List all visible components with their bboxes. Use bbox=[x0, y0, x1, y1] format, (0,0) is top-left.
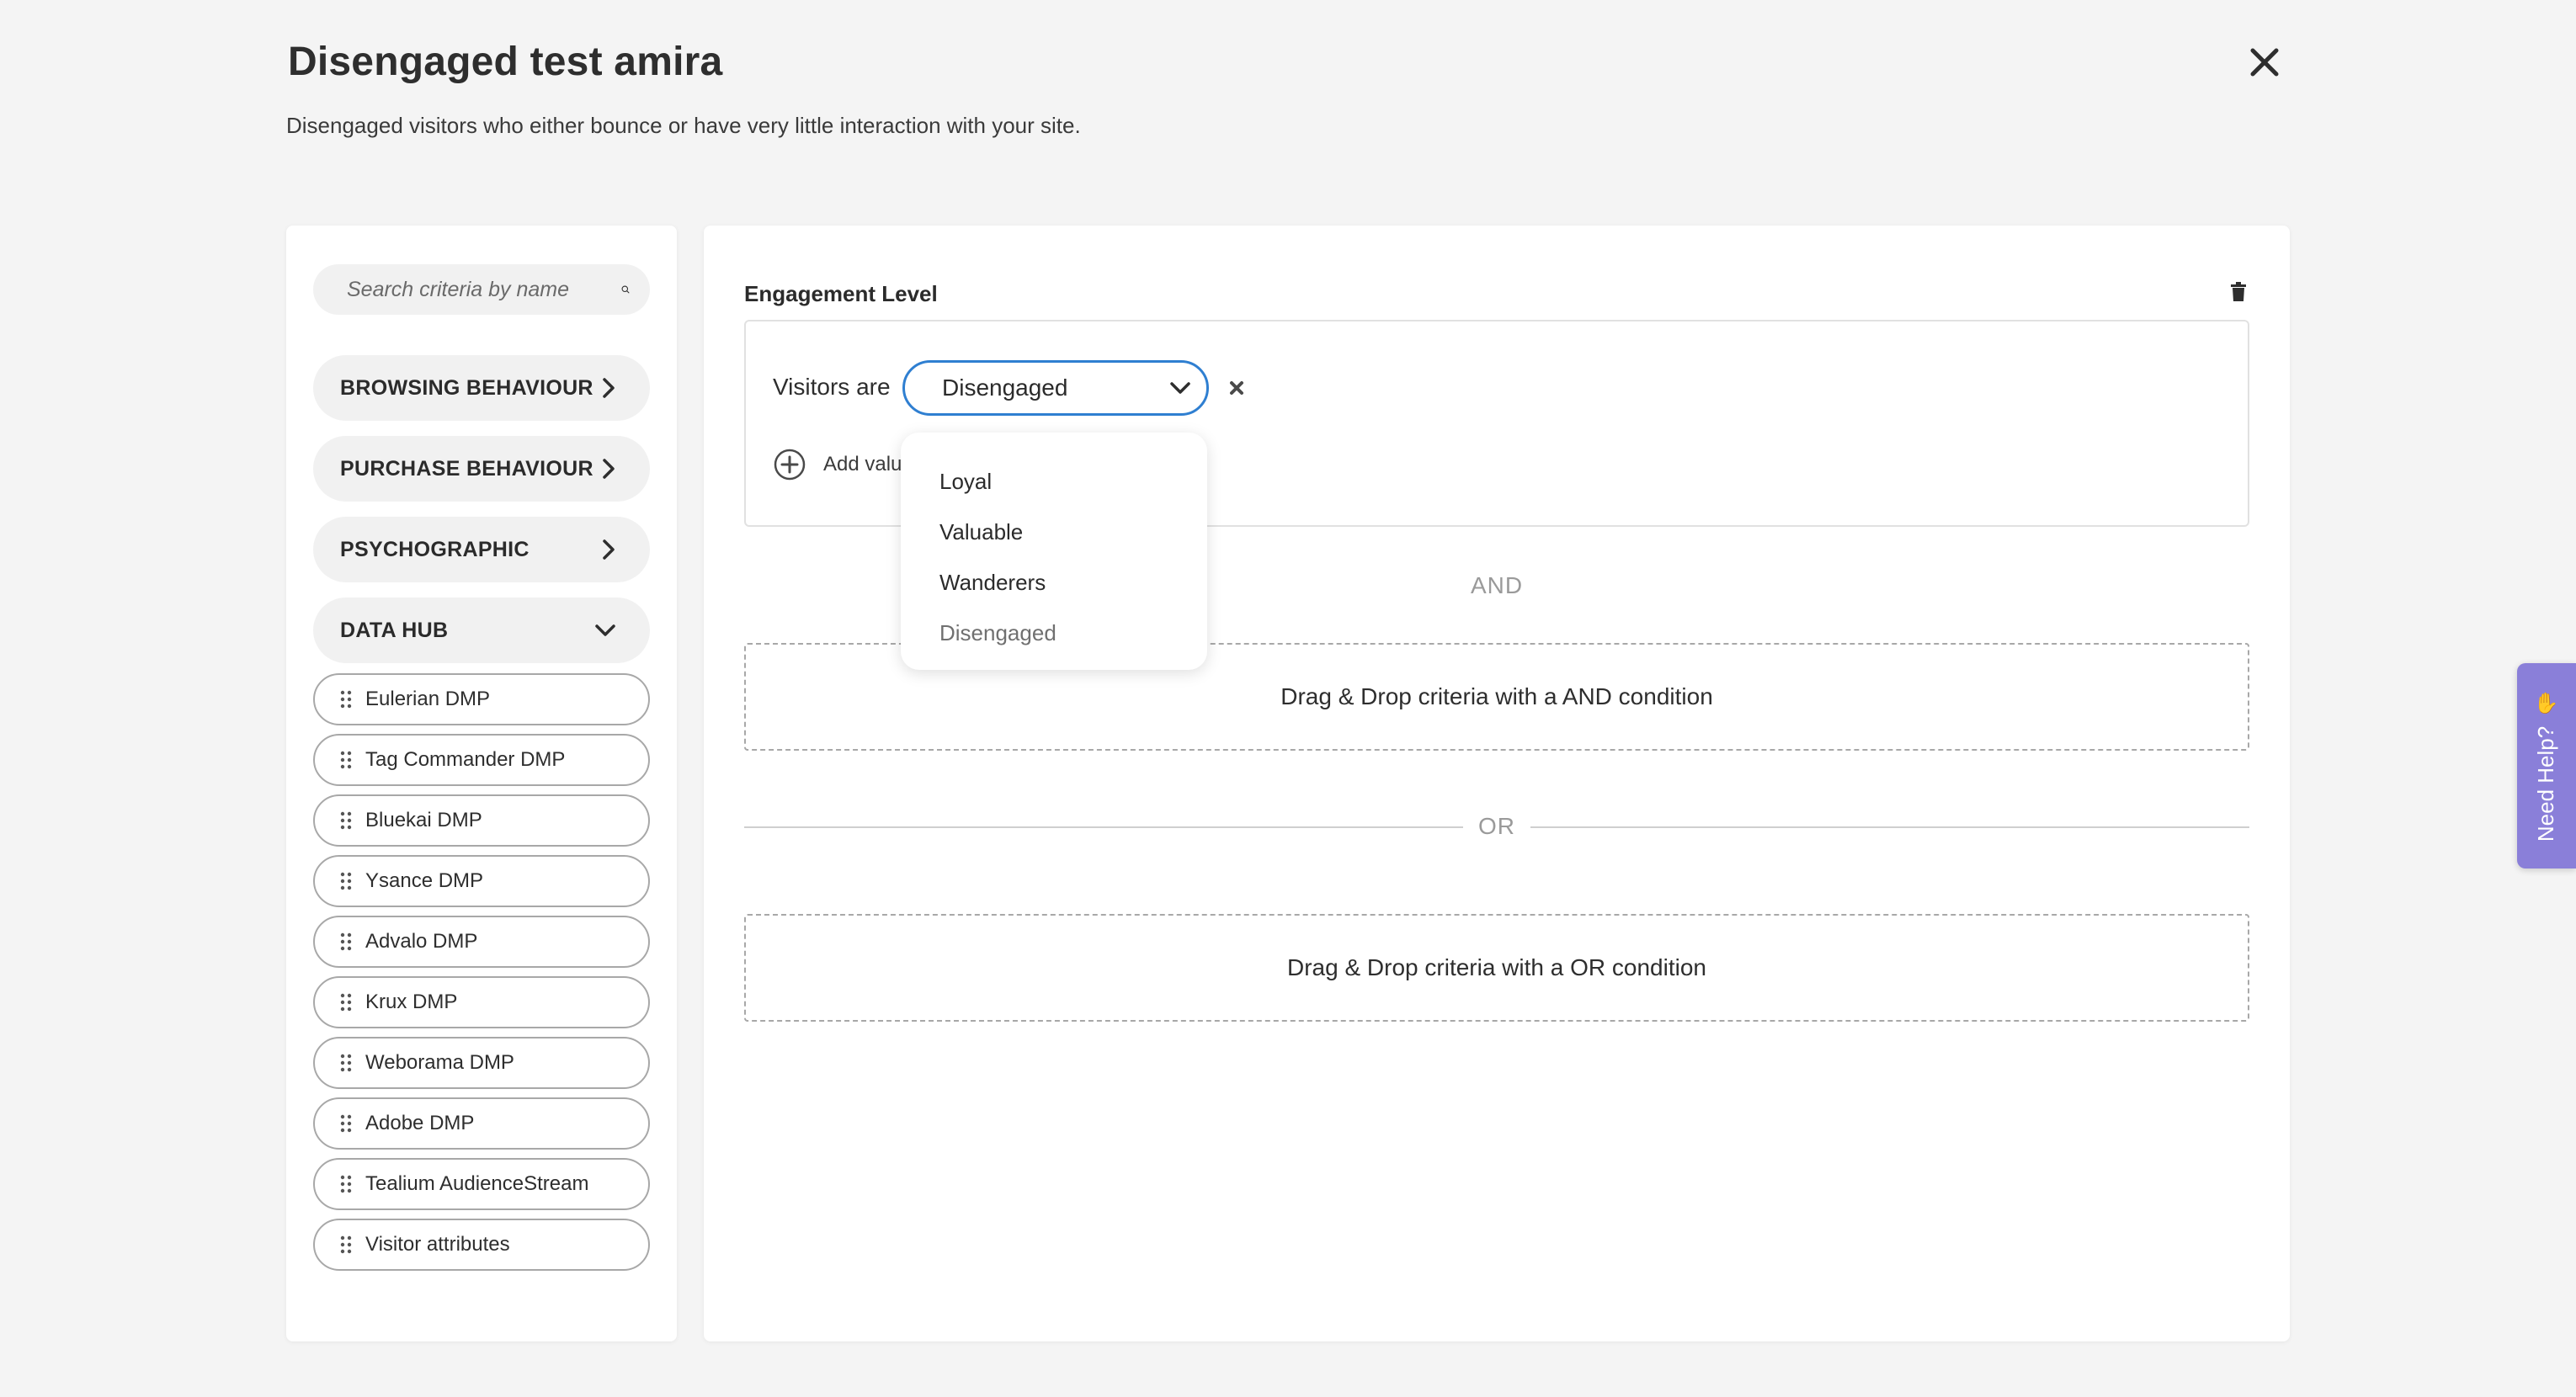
or-label: OR bbox=[1463, 813, 1530, 839]
plus-circle-icon bbox=[774, 449, 806, 481]
and-drop-text: Drag & Drop criteria with a AND conditio… bbox=[1280, 683, 1713, 709]
option-wanderers[interactable]: Wanderers bbox=[901, 557, 1207, 608]
page-description: Disengaged visitors who either bounce or… bbox=[286, 113, 1081, 138]
data-hub-item[interactable]: Visitor attributes bbox=[313, 1219, 650, 1271]
drag-handle-icon bbox=[340, 1054, 352, 1072]
need-help-label: Need Help? bbox=[2533, 725, 2559, 842]
category-label: DATA HUB bbox=[340, 618, 449, 642]
trash-icon bbox=[2231, 282, 2246, 301]
selected-value: Disengaged bbox=[942, 374, 1068, 401]
drag-handle-icon bbox=[340, 1175, 352, 1193]
drag-handle-icon bbox=[340, 811, 352, 830]
data-hub-item[interactable]: Adobe DMP bbox=[313, 1097, 650, 1150]
criteria-sidebar: BROWSING BEHAVIOUR PURCHASE BEHAVIOUR PS… bbox=[286, 226, 677, 1341]
close-icon bbox=[2250, 48, 2279, 77]
category-purchase-behaviour[interactable]: PURCHASE BEHAVIOUR bbox=[313, 436, 650, 502]
category-label: PURCHASE BEHAVIOUR bbox=[340, 456, 593, 481]
search-input[interactable] bbox=[347, 277, 621, 302]
close-icon bbox=[1230, 381, 1243, 395]
data-hub-item[interactable]: Bluekai DMP bbox=[313, 794, 650, 847]
drag-handle-icon bbox=[340, 1114, 352, 1133]
criteria-title: Engagement Level bbox=[744, 281, 938, 306]
visitors-are-label: Visitors are bbox=[773, 374, 891, 400]
category-label: PSYCHOGRAPHIC bbox=[340, 537, 530, 561]
data-hub-item-label: Tag Commander DMP bbox=[365, 748, 566, 771]
drag-handle-icon bbox=[340, 1235, 352, 1254]
or-drop-zone[interactable]: Drag & Drop criteria with a OR condition bbox=[744, 914, 2249, 1022]
data-hub-item-label: Advalo DMP bbox=[365, 930, 478, 953]
hand-icon: ✋ bbox=[2534, 691, 2559, 714]
data-hub-item-label: Weborama DMP bbox=[365, 1051, 514, 1074]
or-drop-text: Drag & Drop criteria with a OR condition bbox=[1287, 954, 1706, 980]
drag-handle-icon bbox=[340, 690, 352, 709]
data-hub-item[interactable]: Tealium AudienceStream bbox=[313, 1158, 650, 1210]
data-hub-item-label: Krux DMP bbox=[365, 991, 458, 1013]
engagement-level-dropdown: Loyal Valuable Wanderers Disengaged bbox=[901, 433, 1207, 670]
data-hub-item[interactable]: Advalo DMP bbox=[313, 916, 650, 968]
delete-criteria-button[interactable] bbox=[2226, 278, 2251, 306]
data-hub-item[interactable]: Weborama DMP bbox=[313, 1037, 650, 1089]
chevron-right-icon bbox=[603, 378, 615, 398]
segment-builder: Engagement Level Visitors are Disengaged… bbox=[704, 226, 2290, 1341]
add-value-button[interactable]: Add valu bbox=[773, 448, 902, 481]
category-data-hub[interactable]: DATA HUB bbox=[313, 598, 650, 663]
search-icon[interactable] bbox=[621, 278, 630, 301]
data-hub-item-label: Eulerian DMP bbox=[365, 688, 491, 710]
search-box bbox=[313, 264, 650, 315]
add-value-label: Add valu bbox=[823, 453, 902, 475]
remove-value-button[interactable] bbox=[1224, 375, 1249, 401]
data-hub-item[interactable]: Tag Commander DMP bbox=[313, 734, 650, 786]
page-title: Disengaged test amira bbox=[288, 40, 723, 84]
drag-handle-icon bbox=[340, 993, 352, 1012]
chevron-right-icon bbox=[603, 539, 615, 560]
option-disengaged[interactable]: Disengaged bbox=[901, 608, 1207, 658]
or-label-wrapper: OR bbox=[704, 813, 2290, 840]
data-hub-item[interactable]: Eulerian DMP bbox=[313, 673, 650, 725]
engagement-level-select[interactable]: Disengaged bbox=[902, 360, 1209, 416]
option-loyal[interactable]: Loyal bbox=[901, 456, 1207, 507]
data-hub-item-label: Tealium AudienceStream bbox=[365, 1172, 589, 1195]
drag-handle-icon bbox=[340, 932, 352, 951]
close-button[interactable] bbox=[2239, 37, 2290, 88]
chevron-down-icon bbox=[1170, 382, 1190, 394]
chevron-right-icon bbox=[603, 459, 615, 479]
data-hub-item-label: Adobe DMP bbox=[365, 1112, 475, 1134]
need-help-tab[interactable]: Need Help? ✋ bbox=[2517, 663, 2576, 868]
category-psychographic[interactable]: PSYCHOGRAPHIC bbox=[313, 517, 650, 582]
data-hub-item[interactable]: Krux DMP bbox=[313, 976, 650, 1028]
data-hub-item[interactable]: Ysance DMP bbox=[313, 855, 650, 907]
chevron-down-icon bbox=[595, 624, 615, 636]
category-label: BROWSING BEHAVIOUR bbox=[340, 375, 593, 400]
drag-handle-icon bbox=[340, 751, 352, 769]
data-hub-item-label: Ysance DMP bbox=[365, 869, 484, 892]
option-valuable[interactable]: Valuable bbox=[901, 507, 1207, 557]
data-hub-item-label: Visitor attributes bbox=[365, 1233, 510, 1256]
category-browsing-behaviour[interactable]: BROWSING BEHAVIOUR bbox=[313, 355, 650, 421]
data-hub-item-label: Bluekai DMP bbox=[365, 809, 482, 831]
drag-handle-icon bbox=[340, 872, 352, 890]
